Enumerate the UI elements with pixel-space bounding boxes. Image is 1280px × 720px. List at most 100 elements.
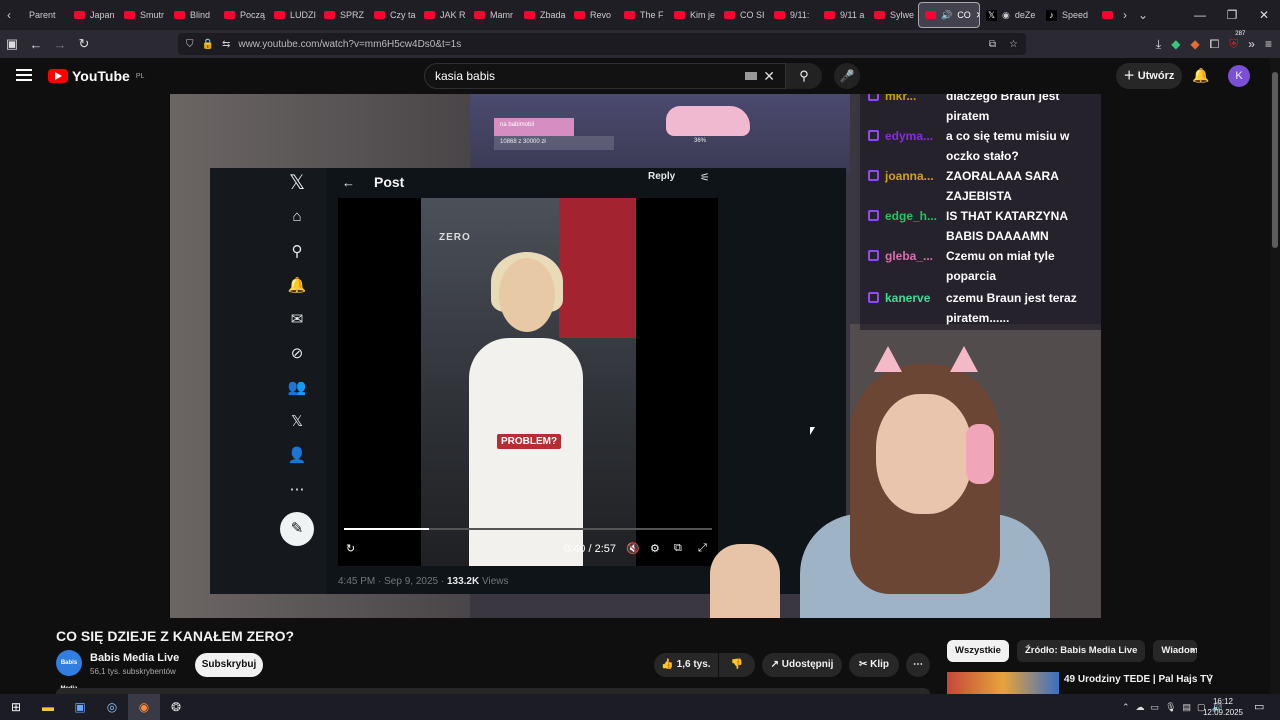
monitor-app-icon[interactable]: ▣: [64, 694, 96, 720]
search-input[interactable]: kasia babis ✕: [424, 63, 786, 89]
profile-icon[interactable]: 👤: [286, 446, 308, 464]
voice-search-button[interactable]: 🎤: [834, 63, 860, 89]
tab-0[interactable]: Parent: [18, 0, 68, 30]
permissions-icon[interactable]: ⇆: [222, 39, 230, 50]
channel-info[interactable]: Babis Media Babis Media Live 56,1 tys. s…: [56, 650, 179, 692]
firefox-icon[interactable]: ◉: [128, 694, 160, 720]
pip-icon[interactable]: ⧉: [989, 39, 996, 50]
tray-mic-icon[interactable]: 🎙: [1165, 702, 1176, 713]
file-explorer-icon[interactable]: ▬: [32, 694, 64, 720]
notifications-bell-icon[interactable]: 🔔: [1192, 67, 1209, 84]
tab-deze[interactable]: 𝕏 ◉ deZe: [980, 0, 1040, 30]
fox-extension-icon[interactable]: ◆: [1190, 37, 1199, 51]
recommended-more-icon[interactable]: ⋮: [1204, 672, 1216, 686]
x-video-progress[interactable]: [344, 528, 712, 530]
channel-avatar[interactable]: Babis Media: [56, 650, 82, 692]
explore-search-icon[interactable]: ⚲: [286, 242, 308, 260]
overflow-icon[interactable]: »: [1248, 37, 1255, 51]
tab-1[interactable]: Japan: [68, 0, 118, 30]
keyboard-icon[interactable]: [745, 72, 757, 80]
search-button[interactable]: ⚲: [786, 63, 822, 89]
close-window-icon[interactable]: ✕: [1248, 0, 1280, 30]
create-button[interactable]: ＋ Utwórz: [1116, 63, 1182, 89]
tab-7[interactable]: Czy ta: [368, 0, 418, 30]
back-icon[interactable]: ←: [24, 37, 48, 52]
tray-app-icon[interactable]: ▭: [1151, 702, 1160, 713]
tab-active[interactable]: 🔊 CO ✕: [918, 2, 980, 28]
tab-list-icon[interactable]: ⌄: [1134, 8, 1152, 22]
replay-icon[interactable]: ↻: [346, 542, 355, 555]
address-bar[interactable]: ⛉ 🔒 ⇆ www.youtube.com/watch?v=mm6H5cw4Ds…: [178, 33, 1026, 55]
sidebar-toggle-icon[interactable]: ▣: [0, 36, 24, 52]
sliders-icon[interactable]: ⚟: [700, 171, 710, 184]
tab-scroll-left-icon[interactable]: ‹: [0, 8, 18, 22]
page-scrollbar[interactable]: [1270, 58, 1280, 694]
mute-icon[interactable]: 🔇: [626, 542, 640, 555]
tab-5[interactable]: LUDZI: [268, 0, 318, 30]
premium-x-icon[interactable]: 𝕏: [286, 412, 308, 430]
extensions-icon[interactable]: ⧠: [1210, 37, 1220, 52]
forward-icon[interactable]: →: [48, 37, 72, 52]
fullscreen-icon[interactable]: ⤢: [698, 542, 707, 555]
url-text[interactable]: www.youtube.com/watch?v=mm6H5cw4Ds0&t=1s: [238, 39, 461, 50]
chip-1[interactable]: Źródło: Babis Media Live: [1016, 640, 1146, 662]
tab-13[interactable]: Kim je: [668, 0, 718, 30]
tab-4[interactable]: Począ: [218, 0, 268, 30]
reply-button[interactable]: Reply: [648, 171, 675, 182]
clip-button[interactable]: ✂ Klip: [849, 653, 899, 677]
video-player[interactable]: na babimobil 10868 z 30000 zł 36% 𝕏 ⌂ ⚲ …: [170, 94, 1101, 618]
notifications-icon[interactable]: ▭: [1254, 700, 1264, 713]
shield-icon[interactable]: ⛉: [186, 39, 194, 50]
ublock-icon[interactable]: ⛨ 287: [1229, 31, 1245, 52]
restore-icon[interactable]: ❐: [1216, 0, 1248, 30]
like-button[interactable]: 👍 1,6 tys.: [654, 653, 718, 677]
channel-name[interactable]: Babis Media Live: [90, 652, 179, 664]
lock-icon[interactable]: 🔒: [202, 39, 214, 50]
tab-15[interactable]: 9/11:: [768, 0, 818, 30]
chip-0[interactable]: Wszystkie: [947, 640, 1009, 662]
chips-next-icon[interactable]: ›: [1190, 642, 1194, 657]
tab-2[interactable]: Smutr: [118, 0, 168, 30]
tab-3[interactable]: Blind: [168, 0, 218, 30]
settings-gear-icon[interactable]: ⚙: [650, 542, 660, 555]
more-circle-icon[interactable]: ⋯: [286, 480, 308, 498]
back-arrow-icon[interactable]: ←: [338, 175, 374, 190]
grok-icon[interactable]: ⊘: [286, 344, 308, 362]
menu-icon[interactable]: ≡: [1265, 37, 1272, 51]
tab-17[interactable]: Sylwe: [868, 0, 918, 30]
compose-post-button[interactable]: ✎: [280, 512, 314, 546]
tab-6[interactable]: SPRZ: [318, 0, 368, 30]
pip-icon[interactable]: ⧉: [674, 542, 682, 555]
recommended-thumbnail[interactable]: [947, 672, 1059, 694]
hamburger-menu-icon[interactable]: [16, 69, 32, 81]
tab-9[interactable]: Mamr: [468, 0, 518, 30]
tab-scroll-right-icon[interactable]: ›: [1116, 8, 1134, 22]
tab-8[interactable]: JAK R: [418, 0, 468, 30]
onedrive-icon[interactable]: ☁: [1136, 702, 1145, 713]
taskbar-clock[interactable]: 16:12 12.09.2025: [1200, 696, 1246, 718]
dislike-button[interactable]: 👎: [719, 653, 755, 677]
tab-speed[interactable]: ♪ Speed: [1040, 0, 1096, 30]
notifications-icon[interactable]: 🔔: [286, 276, 308, 294]
messages-icon[interactable]: ✉: [286, 310, 308, 328]
more-actions-button[interactable]: ⋯: [906, 653, 930, 677]
x-embedded-video[interactable]: ZERO PROBLEM? ↻ 0:40 / 2:57 🔇 ⚙ ⧉ ⤢: [338, 198, 718, 566]
communities-icon[interactable]: 👥: [286, 378, 308, 396]
tab-10[interactable]: Zbada: [518, 0, 568, 30]
vpn-extension-icon[interactable]: ◆: [1171, 37, 1180, 51]
reload-icon[interactable]: ↻: [72, 36, 96, 52]
account-avatar[interactable]: K: [1228, 65, 1250, 87]
minimize-icon[interactable]: —: [1184, 0, 1216, 30]
subscribe-button[interactable]: Subskrybuj: [195, 653, 263, 677]
download-icon[interactable]: ⤓: [1156, 37, 1161, 52]
tray-expand-icon[interactable]: ⌃: [1122, 702, 1130, 713]
tab-14[interactable]: CO SI: [718, 0, 768, 30]
tab-11[interactable]: Revo: [568, 0, 618, 30]
tab-16[interactable]: 9/11 a: [818, 0, 868, 30]
x-logo-icon[interactable]: 𝕏: [286, 170, 308, 195]
windows-start-icon[interactable]: ⊞: [0, 694, 32, 720]
speaker-icon[interactable]: 🔊: [941, 10, 952, 21]
app-icon[interactable]: ❂: [160, 694, 192, 720]
scrollbar-thumb[interactable]: [1272, 72, 1278, 248]
youtube-logo[interactable]: YouTube PL: [48, 68, 144, 84]
